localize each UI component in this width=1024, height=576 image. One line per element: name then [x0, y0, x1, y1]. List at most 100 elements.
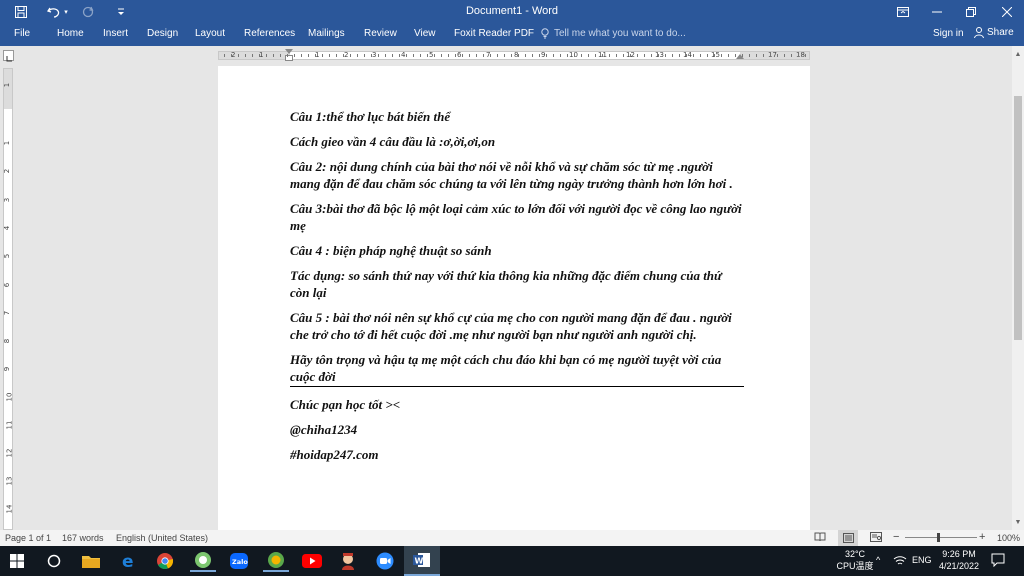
clock-time: 9:26 PM — [942, 549, 976, 559]
zoom-out-icon[interactable]: − — [893, 531, 899, 543]
ruler-number: 14 — [683, 51, 692, 59]
zalo-icon[interactable]: Zalo — [226, 550, 252, 572]
paragraph[interactable]: Câu 4 : biện pháp nghệ thuật so sánh — [290, 242, 744, 259]
paragraph[interactable]: @chiha1234 — [290, 421, 744, 438]
paragraph[interactable]: Tác dụng: so sánh thứ nay với thứ kia th… — [290, 267, 744, 301]
ruler-number: 1 — [3, 140, 12, 146]
input-language[interactable]: ENG — [912, 555, 932, 565]
ruler-tick — [476, 54, 477, 57]
zoom-level[interactable]: 100% — [997, 533, 1020, 543]
tab-file[interactable]: File — [14, 28, 30, 39]
green-app-icon[interactable] — [190, 550, 216, 572]
ruler-tick — [371, 54, 372, 57]
chrome-icon[interactable] — [152, 550, 178, 572]
paragraph[interactable]: Câu 1:thể thơ lục bát biến thể — [290, 108, 744, 125]
ruler-tick — [644, 54, 645, 57]
paragraph[interactable]: Câu 3:bài thơ đã bộc lộ một loại cảm xúc… — [290, 200, 744, 234]
document-page[interactable]: Câu 1:thể thơ lục bát biến thể Cách gieo… — [218, 66, 810, 530]
ruler-number: 8 — [3, 338, 12, 344]
window-title: Document1 - Word — [465, 5, 559, 17]
scrollbar-thumb[interactable] — [1014, 96, 1022, 340]
vertical-ruler[interactable]: 1 1 2 3 4 5 6 7 8 9 10 11 12 13 14 — [3, 68, 13, 530]
word-taskbar-icon[interactable]: W — [404, 546, 440, 576]
ruler-number: 9 — [541, 51, 546, 59]
ruler-tick — [798, 54, 799, 57]
page-count[interactable]: Page 1 of 1 — [5, 533, 51, 543]
paragraph[interactable]: #hoidap247.com — [290, 446, 744, 463]
paragraph[interactable]: Câu 5 : bài thơ nói nên sự khổ cự của mẹ… — [290, 309, 744, 343]
tab-references[interactable]: References — [244, 28, 295, 39]
ruler-tick — [595, 54, 596, 57]
ruler-tick — [637, 54, 638, 57]
chrome-profile-icon[interactable] — [263, 550, 289, 572]
share-button[interactable]: Share — [974, 27, 1014, 38]
ruler-number: 13 — [5, 476, 14, 486]
paragraph[interactable]: Câu 2: nội dung chính của bài thơ nói về… — [290, 158, 744, 192]
cortana-search-icon[interactable] — [41, 550, 67, 572]
ruler-tick — [504, 54, 505, 57]
ruler-tick — [672, 54, 673, 57]
notification-center-icon[interactable] — [991, 553, 1005, 569]
game-app-icon[interactable] — [335, 550, 361, 572]
tab-home[interactable]: Home — [57, 28, 84, 39]
svg-text:e: e — [122, 552, 134, 570]
paragraph[interactable]: Cách gieo vần 4 câu đầu là :ơ,ời,ơi,on — [290, 133, 744, 150]
paragraph[interactable]: Hãy tôn trọng và hậu tạ mẹ một cách chu … — [290, 351, 744, 387]
language-indicator[interactable]: English (United States) — [116, 533, 208, 543]
zoom-slider[interactable] — [905, 537, 977, 538]
ruler-tick — [490, 54, 491, 57]
ruler-tick — [385, 54, 386, 57]
ruler-number: 2 — [3, 168, 12, 174]
youtube-icon[interactable] — [299, 550, 325, 572]
ruler-number: 7 — [3, 310, 12, 316]
tab-layout[interactable]: Layout — [195, 28, 225, 39]
tell-me-box[interactable]: Tell me what you want to do... — [541, 28, 686, 39]
paragraph[interactable]: Chúc pạn học tốt >< — [290, 396, 744, 413]
ruler-number: 6 — [457, 51, 462, 59]
close-button[interactable] — [990, 0, 1024, 24]
clock[interactable]: 9:26 PM 4/21/2022 — [937, 548, 981, 572]
ruler-tick — [287, 54, 288, 57]
document-area: 2 1 1 2 3 4 5 6 7 8 9 10 11 12 13 14 15 … — [0, 46, 1024, 530]
ruler-tick — [693, 54, 694, 57]
tab-review[interactable]: Review — [364, 28, 397, 39]
restore-button[interactable] — [954, 0, 988, 24]
vertical-scrollbar[interactable]: ▲ ▼ — [1012, 46, 1024, 530]
print-layout-icon[interactable] — [838, 530, 858, 546]
horizontal-ruler[interactable]: 2 1 1 2 3 4 5 6 7 8 9 10 11 12 13 14 15 … — [218, 49, 810, 61]
tab-insert[interactable]: Insert — [103, 28, 128, 39]
ruler-tick — [497, 54, 498, 57]
sign-in-link[interactable]: Sign in — [933, 28, 964, 39]
ruler-tick — [560, 54, 561, 57]
ruler-tick — [280, 54, 281, 57]
zoom-slider-thumb[interactable] — [937, 533, 940, 542]
zoom-meeting-icon[interactable] — [372, 550, 398, 572]
zoom-in-icon[interactable]: + — [979, 531, 985, 543]
tab-design[interactable]: Design — [147, 28, 178, 39]
ruler-number: 15 — [711, 51, 720, 59]
ruler-tick — [770, 54, 771, 57]
minimize-button[interactable] — [920, 0, 954, 24]
ruler-tick — [609, 54, 610, 57]
word-count[interactable]: 167 words — [62, 533, 104, 543]
tab-mailings[interactable]: Mailings — [308, 28, 345, 39]
windows-start-icon[interactable] — [4, 550, 30, 572]
tab-view[interactable]: View — [414, 28, 436, 39]
web-layout-icon[interactable] — [870, 532, 882, 544]
scroll-down-icon[interactable]: ▼ — [1012, 516, 1024, 528]
ruler-tick — [567, 54, 568, 57]
ruler-number: 2 — [344, 51, 349, 59]
document-body[interactable]: Câu 1:thể thơ lục bát biến thể Cách gieo… — [290, 108, 744, 471]
file-explorer-icon[interactable] — [78, 550, 104, 572]
title-bar: ▾ Document1 - Word — [0, 0, 1024, 24]
scroll-up-icon[interactable]: ▲ — [1012, 48, 1024, 60]
temperature-widget[interactable]: 32°C CPU温度 — [836, 548, 874, 572]
wifi-icon[interactable] — [893, 554, 907, 568]
tab-foxit-reader-pdf[interactable]: Foxit Reader PDF — [454, 28, 534, 39]
tab-selector-icon[interactable] — [3, 50, 14, 62]
show-hidden-icons-icon[interactable]: ^ — [876, 555, 880, 565]
edge-browser-icon[interactable]: e — [116, 550, 142, 572]
ribbon-display-options-icon[interactable] — [886, 0, 920, 24]
ruler-tick — [448, 54, 449, 57]
read-mode-icon[interactable] — [814, 532, 826, 544]
